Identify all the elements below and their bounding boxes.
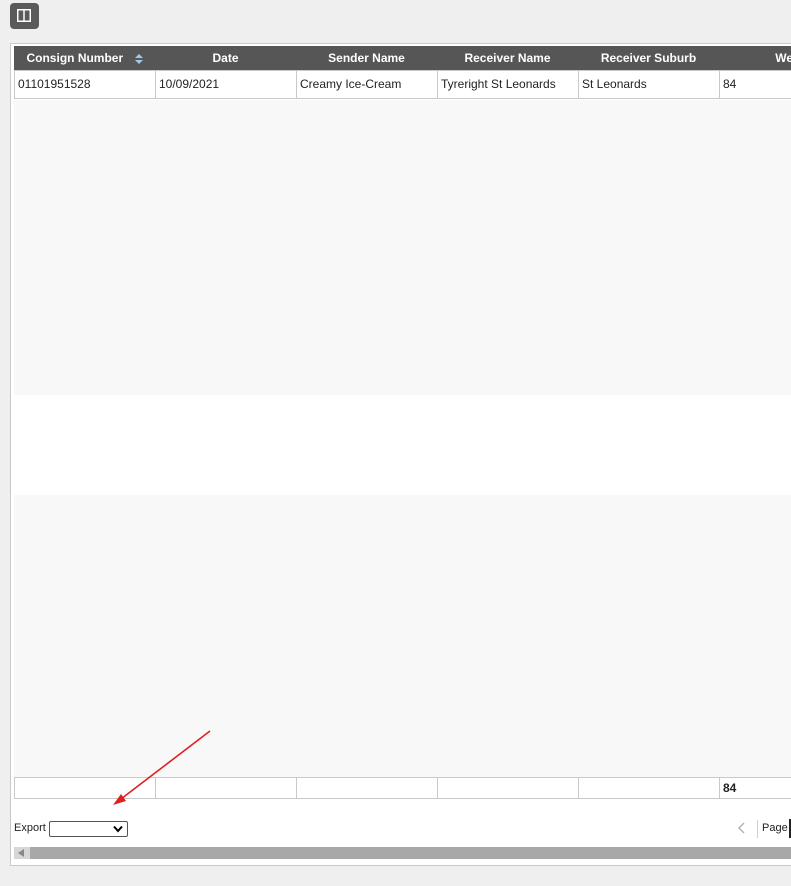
- column-header-label: Consign Number: [26, 51, 124, 65]
- page-label: Page: [762, 822, 788, 834]
- cell-receiver-name: Tyreright St Leonards: [437, 71, 578, 98]
- column-header-sender-name[interactable]: Sender Name: [296, 46, 437, 70]
- total-cell: [437, 778, 578, 798]
- column-header-receiver-name[interactable]: Receiver Name: [437, 46, 578, 70]
- export-label: Export: [14, 822, 46, 834]
- grid-body-empty-area: [14, 395, 791, 495]
- sort-icon[interactable]: [134, 53, 143, 64]
- column-header-receiver-suburb[interactable]: Receiver Suburb: [578, 46, 719, 70]
- toolbar: [0, 0, 791, 34]
- total-cell: [578, 778, 719, 798]
- table-row[interactable]: 01101951528 10/09/2021 Creamy Ice-Cream …: [14, 70, 791, 99]
- total-weight-cell: 84: [719, 778, 791, 798]
- cell-consign-number: 01101951528: [14, 71, 155, 98]
- column-header-weight[interactable]: Weig: [719, 46, 791, 70]
- horizontal-scrollbar[interactable]: [14, 847, 791, 859]
- consignment-grid: Consign Number Date Sender Name Receiver…: [10, 43, 791, 866]
- scrollbar-thumb[interactable]: [30, 847, 791, 859]
- pager-divider: [757, 820, 758, 838]
- cell-date: 10/09/2021: [155, 71, 296, 98]
- column-header-date[interactable]: Date: [155, 46, 296, 70]
- grid-body-empty-area: [14, 100, 791, 395]
- chevron-down-icon: [113, 825, 123, 833]
- grid-header: Consign Number Date Sender Name Receiver…: [14, 46, 791, 70]
- grid-body-empty-area: [14, 495, 791, 777]
- panel-toggle-button[interactable]: [10, 3, 39, 29]
- scroll-left-icon[interactable]: [18, 849, 24, 857]
- chevron-left-icon[interactable]: [736, 821, 748, 835]
- total-cell: [155, 778, 296, 798]
- total-cell: [296, 778, 437, 798]
- cell-receiver-suburb: St Leonards: [578, 71, 719, 98]
- total-cell: [14, 778, 155, 798]
- panel-columns-icon: [17, 9, 31, 22]
- cell-sender-name: Creamy Ice-Cream: [296, 71, 437, 98]
- totals-row: 84: [14, 777, 791, 799]
- cell-weight: 84: [719, 71, 791, 98]
- column-header-consign-number[interactable]: Consign Number: [14, 46, 155, 70]
- export-select[interactable]: [49, 821, 128, 837]
